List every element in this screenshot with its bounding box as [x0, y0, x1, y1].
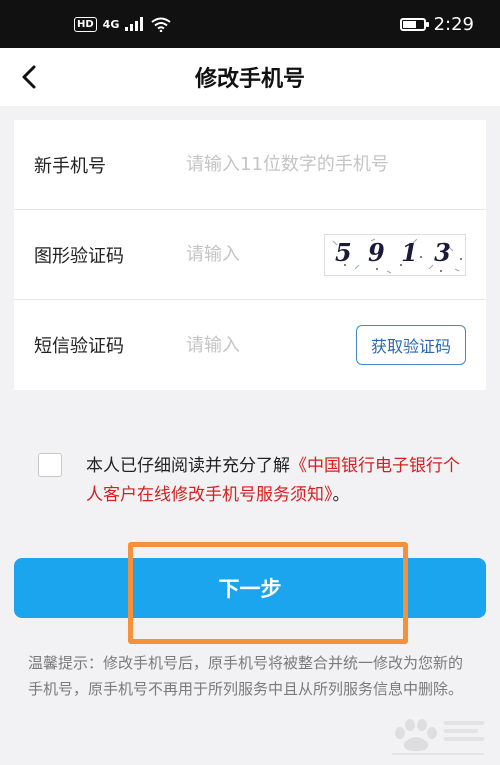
captcha-row: 图形验证码 5 9 1 3	[14, 210, 486, 300]
captcha-label: 图形验证码	[34, 245, 124, 267]
agreement-section: 本人已仔细阅读并充分了解《中国银行电子银行个人客户在线修改手机号服务须知》。	[38, 452, 468, 510]
network-type: 4G	[102, 17, 120, 31]
status-indicators: HD 4G	[74, 16, 171, 32]
phone-label: 新手机号	[34, 155, 106, 177]
navigation-header: 修改手机号	[0, 48, 500, 106]
agreement-checkbox[interactable]	[38, 453, 62, 477]
agreement-text: 本人已仔细阅读并充分了解《中国银行电子银行个人客户在线修改手机号服务须知》。	[86, 452, 468, 510]
phone-row: 新手机号	[14, 120, 486, 210]
form-card: 新手机号 图形验证码	[14, 120, 486, 390]
next-step-button[interactable]: 下一步	[14, 558, 486, 618]
status-time: 2:29	[433, 13, 474, 35]
sms-row: 短信验证码 获取验证码	[14, 300, 486, 390]
battery-icon	[399, 17, 429, 31]
sms-code-input[interactable]	[186, 334, 356, 356]
wifi-icon	[151, 17, 171, 32]
page-title: 修改手机号	[194, 67, 305, 92]
phone-input[interactable]	[186, 154, 466, 175]
captcha-image[interactable]: 5 9 1 3	[324, 233, 466, 276]
agreement-prefix: 本人已仔细阅读并充分了解	[86, 456, 290, 476]
sms-label: 短信验证码	[34, 336, 124, 357]
warm-tips: 温馨提示：修改手机号后，原手机号将被整合并统一修改为您新的手机号，原手机号不再用…	[28, 654, 464, 698]
baidu-watermark-logo	[392, 719, 484, 755]
hd-badge: HD	[74, 16, 97, 32]
chevron-left-icon	[22, 65, 36, 89]
captcha-input[interactable]	[186, 244, 324, 265]
status-bar: HD 4G 2:29	[0, 0, 500, 48]
back-button[interactable]	[12, 60, 46, 94]
captcha-text: 5 9 1 3	[335, 238, 455, 267]
agreement-suffix: 。	[332, 485, 350, 505]
status-right: 2:29	[399, 13, 474, 35]
signal-icon	[125, 17, 144, 31]
get-code-button[interactable]: 获取验证码	[356, 325, 466, 365]
